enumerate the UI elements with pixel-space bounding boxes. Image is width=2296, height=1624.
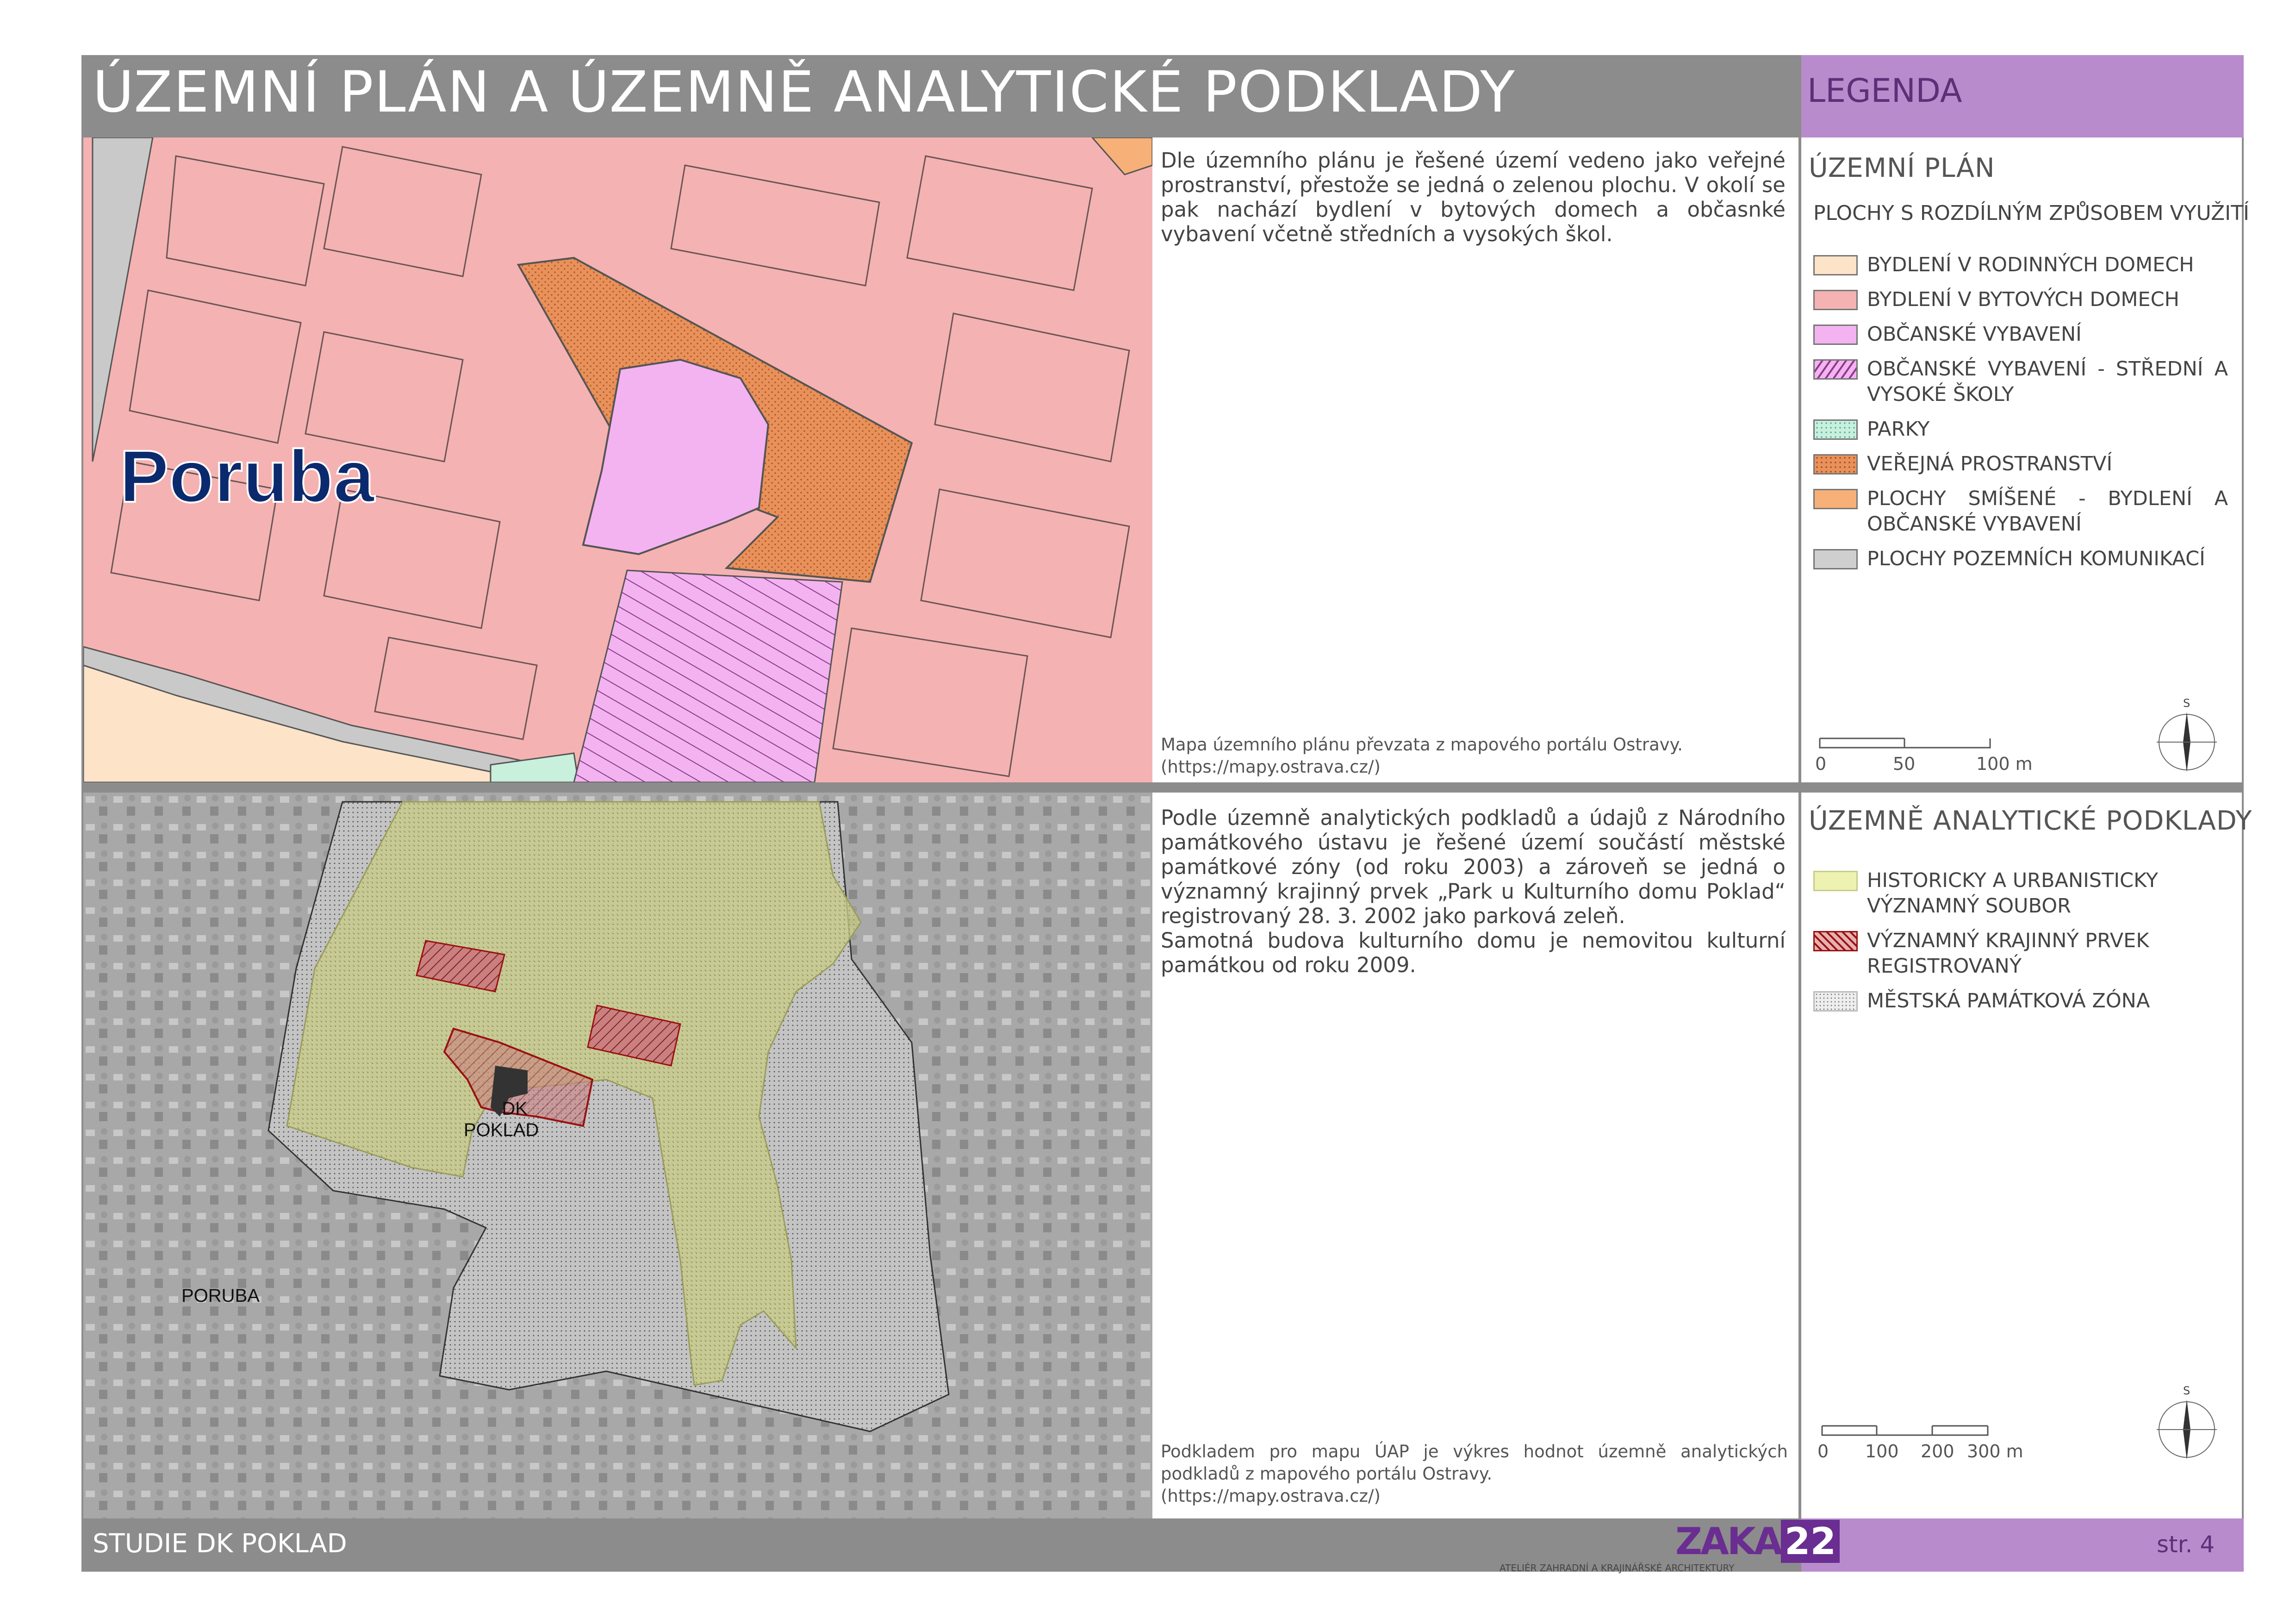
page-title: ÚZEMNÍ PLÁN A ÚZEMNĚ ANALYTICKÉ PODKLADY	[93, 59, 1516, 125]
zoning-source-url[interactable]: (https://mapy.ostrava.cz/)	[1161, 756, 1790, 778]
zoning-plan-map: Poruba	[83, 137, 1152, 782]
legend-swatch	[1813, 991, 1858, 1012]
legend-swatch	[1813, 931, 1858, 951]
legend-swatch	[1813, 359, 1858, 380]
studio-logo-subtitle: ATELIÉR ZAHRADNÍ A KRAJINÁŘSKÉ ARCHITEKT…	[1500, 1562, 1735, 1574]
legend-item-mixed-use: PLOCHY SMÍŠENÉ - BYDLENÍ A OBČANSKÉ VYBA…	[1813, 486, 2228, 537]
legend-swatch	[1813, 549, 1858, 569]
legend-divider	[1798, 55, 1801, 1572]
poruba-aerial-label: PORUBA	[181, 1286, 260, 1306]
zoning-scale-bar: 0 50 100 m	[1815, 736, 2033, 774]
legend-title: LEGENDA	[1807, 72, 1962, 110]
aerial-map-svg	[83, 793, 1152, 1518]
page-number: str. 4	[2157, 1531, 2215, 1558]
north-arrow-icon: S	[2154, 1384, 2219, 1463]
legend-item-parks: PARKY	[1813, 417, 2228, 442]
uap-source: Podkladem pro mapu ÚAP je výkres hodnot …	[1161, 1441, 1788, 1507]
legend-item-public-space: VEŘEJNÁ PROSTRANSTVÍ	[1813, 451, 2228, 477]
zoning-description: Dle územního plánu je řešené území veden…	[1161, 148, 1786, 246]
legend-swatch	[1813, 255, 1858, 275]
legend-swatch	[1813, 489, 1858, 509]
footer-title: STUDIE DK POKLAD	[93, 1529, 347, 1559]
legend-item-family-housing: BYDLENÍ V RODINNÝCH DOMECH	[1813, 252, 2228, 278]
legend-item-civic-amenity: OBČANSKÉ VYBAVENÍ	[1813, 322, 2228, 347]
studio-logo: ZAKA 22	[1675, 1520, 1840, 1563]
legend-item-schools: OBČANSKÉ VYBAVENÍ - STŘEDNÍ A VYSOKÉ ŠKO…	[1813, 356, 2228, 407]
legend-swatch	[1813, 325, 1858, 345]
legend-swatch	[1813, 871, 1858, 891]
aerial-uap-map: DK POKLAD PORUBA	[83, 793, 1152, 1518]
zoning-source: Mapa územního plánu převzata z mapového …	[1161, 734, 1790, 778]
legend-item-roads: PLOCHY POZEMNÍCH KOMUNIKACÍ	[1813, 546, 2228, 572]
zoning-legend-subtitle: PLOCHY S ROZDÍLNÝM ZPŮSOBEM VYUŽITÍ	[1813, 201, 2249, 225]
legend-item-apartment-housing: BYDLENÍ V BYTOVÝCH DOMECH	[1813, 287, 2228, 312]
zoning-source-text: Mapa územního plánu převzata z mapového …	[1161, 735, 1683, 755]
poruba-map-label: Poruba	[118, 434, 375, 518]
zoning-legend-title: ÚZEMNÍ PLÁN	[1809, 153, 1995, 183]
legend-item-landscape-element: VÝZNAMNÝ KRAJINNÝ PRVEK REGISTROVANÝ	[1813, 928, 2191, 979]
legend-item-historic-ensemble: HISTORICKY A URBANISTICKY VÝZNAMNÝ SOUBO…	[1813, 868, 2191, 919]
dk-map-label: DK POKLAD	[464, 1099, 539, 1140]
uap-legend-title: ÚZEMNĚ ANALYTICKÉ PODKLADY	[1809, 806, 2252, 836]
legend-swatch	[1813, 419, 1858, 440]
uap-description: Podle územně analytických podkladů a úda…	[1161, 806, 1786, 977]
legend-swatch	[1813, 454, 1858, 475]
uap-source-url[interactable]: (https://mapy.ostrava.cz/)	[1161, 1485, 1788, 1507]
north-arrow-icon: S	[2154, 697, 2219, 775]
legend-swatch	[1813, 290, 1858, 310]
scale-bar-svg	[1821, 1425, 1989, 1436]
scale-bar-svg	[1819, 737, 1991, 749]
legend-item-monument-zone: MĚSTSKÁ PAMÁTKOVÁ ZÓNA	[1813, 988, 2191, 1014]
section-divider	[81, 782, 2244, 793]
uap-scale-bar: 0 100 200 300 m	[1817, 1424, 2023, 1462]
